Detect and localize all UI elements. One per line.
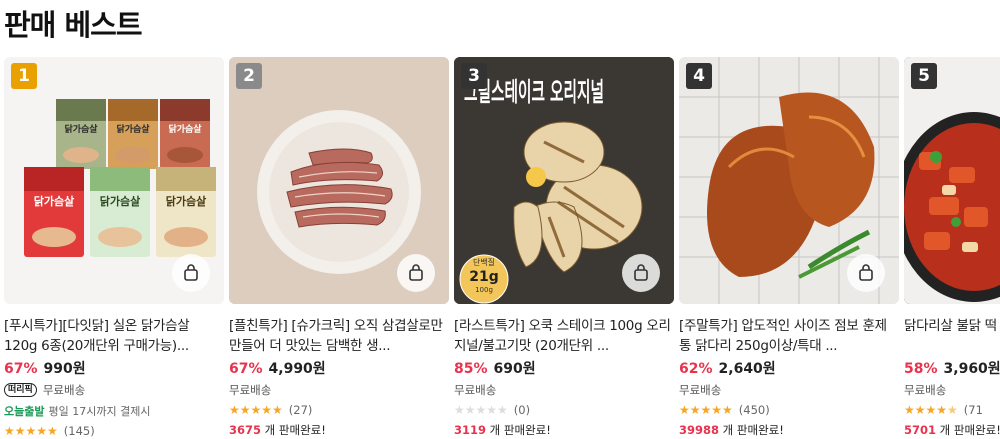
sale-price: 4,990원: [268, 361, 326, 377]
section-title: 판매 베스트: [4, 8, 142, 42]
product-name[interactable]: [푸시특가][다잇닭] 실온 닭가슴살 120g 6종(20개단위 구매가능).…: [4, 316, 224, 356]
sold-count-row: 3675 개 판매완료!: [229, 422, 449, 438]
product-image[interactable]: 4: [679, 57, 899, 304]
shopping-bag-icon: [634, 264, 648, 281]
shipping-row: 떠리픽 무료배송: [4, 382, 224, 398]
sale-price: 2,640원: [718, 361, 776, 377]
protein-label: 단백질: [473, 257, 495, 267]
package-label: 닭가슴살: [166, 194, 206, 208]
cart-button[interactable]: [847, 254, 885, 292]
shopping-bag-icon: [859, 264, 873, 281]
star-rating: ★★★★★: [4, 424, 58, 438]
product-card[interactable]: 닭가슴살 닭가슴살 닭가슴살 닭가슴살 닭가슴살 닭가슴살 1 [푸시특가][다…: [4, 57, 224, 438]
cart-button[interactable]: [397, 254, 435, 292]
sold-text: 개 판매완료!: [264, 423, 326, 437]
rating-row: ★★★★★ (450): [679, 403, 899, 417]
protein-value: 21g: [469, 269, 499, 285]
sold-count: 39988: [679, 423, 720, 437]
cart-button[interactable]: [622, 254, 660, 292]
sold-text: 개 판매완료!: [489, 423, 551, 437]
sold-count: 5701: [904, 423, 937, 437]
rank-badge: 5: [911, 63, 937, 89]
today-delivery: 오늘출발 평일 17시까지 결제시: [4, 403, 224, 419]
product-name[interactable]: 닭다리살 불닭 떡 이상 구매가능): [904, 316, 1000, 356]
shipping-row: 무료배송: [229, 382, 449, 398]
discount-rate: 58%: [904, 361, 938, 377]
rank-badge: 4: [686, 63, 712, 89]
shipping-text: 무료배송: [229, 383, 272, 397]
product-card[interactable]: 그릴스테이크 오리지널 단백질 21g 100g 3 [라스트특가] 오쿡 스테…: [454, 57, 674, 438]
review-count: (27): [288, 403, 313, 417]
rank-badge: 1: [11, 63, 37, 89]
shipping-text: 무료배송: [42, 383, 86, 397]
rank-badge: 2: [236, 63, 262, 89]
package-label: 닭가슴살: [100, 194, 140, 208]
product-card[interactable]: 2 [플친특가] [슈가크릭] 오직 삼겹살로만 만들어 더 맛있는 담백한 생…: [229, 57, 449, 438]
sale-price: 3,960원: [943, 361, 1000, 377]
product-image[interactable]: 그릴스테이크 오리지널 단백질 21g 100g 3: [454, 57, 674, 304]
discount-rate: 67%: [4, 361, 38, 377]
package-label: 닭가슴살: [34, 194, 74, 208]
star-rating: ★★★★★: [904, 403, 958, 417]
rating-row: ★★★★★ (71: [904, 403, 1000, 417]
rating-row: ★★★★★ (27): [229, 403, 449, 417]
price-row: 67% 4,990원: [229, 358, 449, 378]
product-image[interactable]: 2: [229, 57, 449, 304]
sold-count-row: 39988 개 판매완료!: [679, 422, 899, 438]
today-text: 평일 17시까지 결제시: [48, 405, 151, 418]
review-count: (145): [63, 424, 95, 438]
product-image[interactable]: 5: [904, 57, 1000, 304]
price-row: 58% 3,960원: [904, 358, 1000, 378]
shopping-bag-icon: [184, 264, 198, 281]
package-label: 닭가슴살: [168, 123, 202, 135]
shipping-row: 무료배송: [679, 382, 899, 398]
sale-price: 690원: [493, 361, 536, 377]
sold-count: 3119: [454, 423, 487, 437]
product-name[interactable]: [주말특가] 압도적인 사이즈 점보 훈제 통 닭다리 250g이상/특대 ..…: [679, 316, 899, 356]
review-count: (71: [963, 403, 983, 417]
cart-button[interactable]: [172, 254, 210, 292]
price-row: 62% 2,640원: [679, 358, 899, 378]
review-count: (0): [513, 403, 531, 417]
shopping-bag-icon: [409, 264, 423, 281]
price-row: 67% 990원: [4, 358, 224, 378]
star-rating: ★★★★★: [229, 403, 283, 417]
spicy-chicken-pan-image: [904, 57, 1000, 304]
sold-text: 개 판매완료!: [722, 423, 784, 437]
sold-count-row: 5701 개 판매완료!: [904, 422, 1000, 438]
sold-count: 3675: [229, 423, 262, 437]
today-label: 오늘출발: [4, 405, 45, 418]
shipping-row: 무료배송: [454, 382, 674, 398]
discount-rate: 85%: [454, 361, 488, 377]
discount-rate: 67%: [229, 361, 263, 377]
product-card[interactable]: 4 [주말특가] 압도적인 사이즈 점보 훈제 통 닭다리 250g이상/특대 …: [679, 57, 899, 438]
product-name[interactable]: [라스트특가] 오쿡 스테이크 100g 오리지널/불고기맛 (20개단위 ..…: [454, 316, 674, 356]
sold-count-row: 3119 개 판매완료!: [454, 422, 674, 438]
rating-row: ★★★★★ (145): [4, 424, 224, 438]
sold-text: 개 판매완료!: [939, 423, 1000, 437]
product-name[interactable]: [플친특가] [슈가크릭] 오직 삼겹살로만 만들어 더 맛있는 담백한 생..…: [229, 316, 449, 356]
protein-unit: 100g: [475, 286, 493, 294]
shipping-text: 무료배송: [454, 383, 497, 397]
sale-price: 990원: [43, 361, 86, 377]
product-image[interactable]: 닭가슴살 닭가슴살 닭가슴살 닭가슴살 닭가슴살 닭가슴살 1: [4, 57, 224, 304]
rank-badge: 3: [461, 63, 487, 89]
star-rating: ★★★★★: [679, 403, 733, 417]
package-label: 닭가슴살: [64, 123, 98, 135]
shipping-text: 무료배송: [904, 383, 947, 397]
star-rating: ★★★★★: [454, 403, 508, 417]
package-label: 닭가슴살: [116, 123, 150, 135]
product-card[interactable]: 5 닭다리살 불닭 떡 이상 구매가능) 58% 3,960원 무료배송 ★★★★…: [904, 57, 1000, 438]
price-row: 85% 690원: [454, 358, 674, 378]
review-count: (450): [738, 403, 770, 417]
product-carousel: 닭가슴살 닭가슴살 닭가슴살 닭가슴살 닭가슴살 닭가슴살 1 [푸시특가][다…: [4, 57, 1000, 439]
shipping-badge: 떠리픽: [4, 383, 37, 397]
rating-row: ★★★★★ (0): [454, 403, 674, 417]
discount-rate: 62%: [679, 361, 713, 377]
shipping-text: 무료배송: [679, 383, 722, 397]
shipping-row: 무료배송: [904, 382, 1000, 398]
